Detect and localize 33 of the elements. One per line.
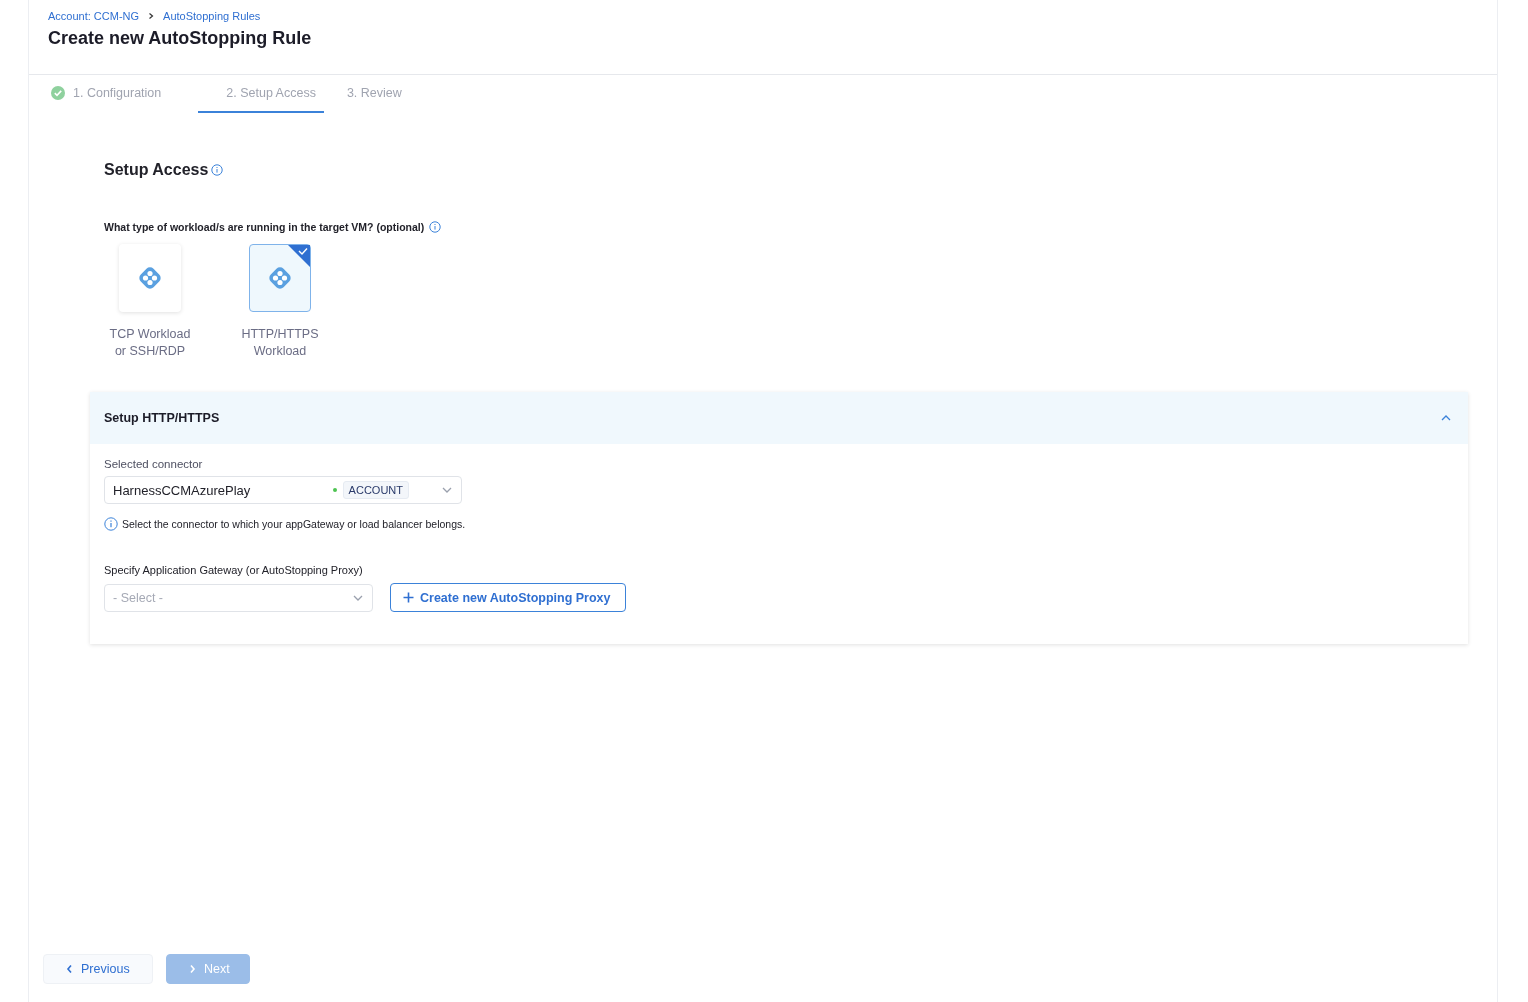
create-proxy-button[interactable]: Create new AutoStopping Proxy [390,583,626,612]
breadcrumb-separator-icon [147,12,156,20]
select-value: HarnessCCMAzurePlay [113,482,252,498]
chevron-icon [189,964,196,974]
status-dot-icon [332,488,337,492]
check-circle-icon [51,86,65,100]
help-text: Select the connector to which your appGateway or load balancer belongs. [122,518,466,530]
select-placeholder: - Select - [113,590,164,605]
selected-check-corner-icon [288,245,310,267]
info-icon [429,221,442,233]
panel-title: Setup HTTP/HTTPS [104,411,220,425]
field-label: Specify Application Gateway (or AutoStopping Proxy) [104,564,364,576]
previous-button[interactable]: Previous [43,954,153,984]
breadcrumb-link[interactable]: Account: CCM-NG [48,10,140,22]
field-label: Selected connector [104,458,204,470]
scope-badge: ACCOUNT [342,481,409,499]
plus-icon [403,592,414,603]
question-label: What type of workload/s are running in the target VM? (optional) [104,221,425,233]
info-icon [211,164,224,176]
workload-card[interactable] [119,244,181,312]
panel-header[interactable]: Setup HTTP/HTTPS [90,392,1468,444]
chevron-icon [66,964,73,974]
workload-card[interactable] [249,244,311,312]
breadcrumb-link[interactable]: AutoStopping Rules [163,10,261,22]
page-title: Create new AutoStopping Rule [48,28,313,49]
step-tab[interactable]: 1. Configuration [51,75,182,113]
connector-select[interactable]: HarnessCCMAzurePlay ACCOUNT [104,476,462,504]
section-title: Setup Access [104,161,209,179]
workload-label: HTTP/HTTPS Workload [240,326,320,360]
workload-label: TCP Workload or SSH/RDP [108,326,192,360]
info-icon [104,517,118,531]
step-tab[interactable]: 3. Review [346,75,422,113]
step-tab[interactable]: 2. Setup Access [198,75,324,113]
